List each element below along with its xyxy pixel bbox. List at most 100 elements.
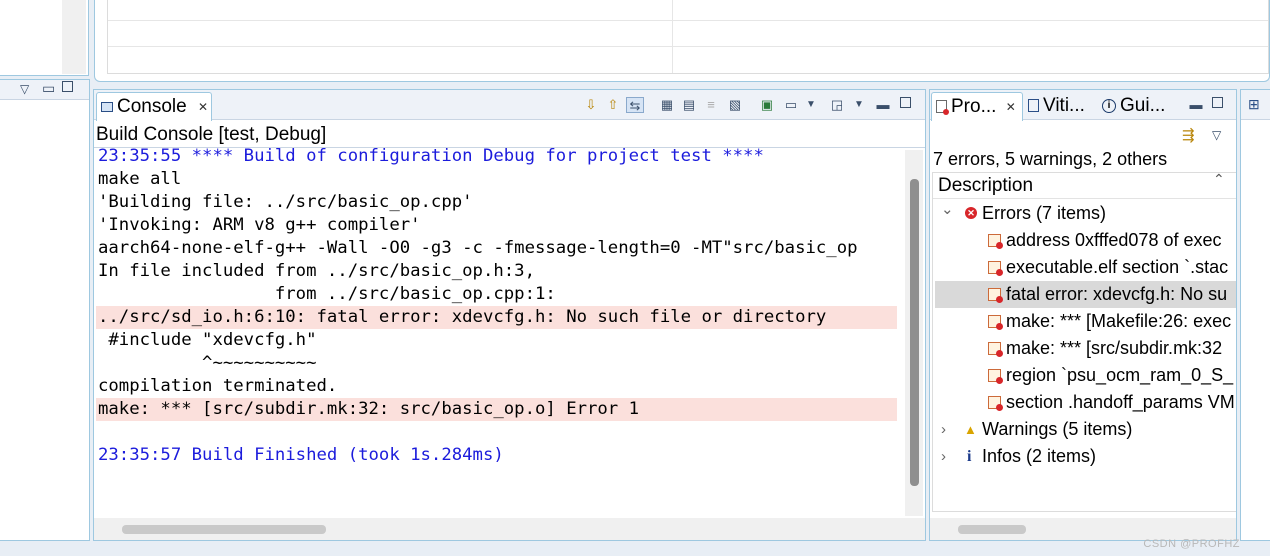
focus-icon[interactable]: ⇶ xyxy=(1182,126,1195,144)
console-line: compilation terminated. xyxy=(98,376,338,396)
view-menu-icon[interactable]: ▽ xyxy=(20,82,29,96)
minimize-icon[interactable]: ▬ xyxy=(874,97,892,113)
problem-row[interactable]: region `psu_ocm_ram_0_S_ xyxy=(935,362,1236,389)
error-marker-icon xyxy=(988,288,1003,303)
console-line: In file included from ../src/basic_op.h:… xyxy=(98,261,535,281)
watermark: CSDN @PROFHZ xyxy=(1143,538,1240,550)
console-line: ^~~~~~~~~~~ xyxy=(98,353,317,373)
problems-rows: ⌄ ✕ Errors (7 items) address 0xfffed078 of … xyxy=(933,200,1236,500)
word-wrap-icon[interactable]: ▤ xyxy=(680,97,698,113)
horizontal-scrollbar-thumb[interactable] xyxy=(958,525,1026,534)
scroll-lock-up-icon[interactable]: ⇧ xyxy=(604,97,622,113)
chevron-down-icon[interactable]: ▼ xyxy=(802,97,820,113)
console-tab-bar: Console ✕ ⇩ ⇧ ⇆ ▦ ▤ ≡ ▧ ▣ ▭ ▼ ◲ ▼ ▬ xyxy=(94,90,925,121)
pin-icon[interactable]: ▦ xyxy=(658,97,676,113)
error-marker-icon xyxy=(988,315,1003,330)
chevron-right-icon[interactable]: › xyxy=(941,416,946,443)
problem-row[interactable]: address 0xfffed078 of exec xyxy=(935,227,1236,254)
problem-row[interactable]: make: *** [Makefile:26: exec xyxy=(935,308,1236,335)
tab-problems-label: Pro... xyxy=(951,96,997,117)
group-label: Infos (2 items) xyxy=(982,446,1097,466)
problem-row[interactable]: section .handoff_params VM xyxy=(935,389,1236,416)
group-label: Warnings (5 items) xyxy=(982,419,1133,439)
column-header-label: Description xyxy=(938,175,1034,196)
maximize-icon[interactable] xyxy=(62,81,73,92)
error-marker-icon xyxy=(988,234,1003,249)
vitis-log-icon xyxy=(1028,99,1039,113)
problems-group-error[interactable]: ⌄ ✕ Errors (7 items) xyxy=(935,200,1236,227)
console-panel: Console ✕ ⇩ ⇧ ⇆ ▦ ▤ ≡ ▧ ▣ ▭ ▼ ◲ ▼ ▬ Buil… xyxy=(93,89,926,541)
maximize-icon[interactable] xyxy=(1212,97,1223,108)
remove-launch-icon[interactable]: ≡ xyxy=(702,97,720,113)
tab-guidance[interactable]: i Gui... xyxy=(1102,92,1165,120)
close-icon[interactable]: ✕ xyxy=(1006,100,1016,114)
problems-summary: 7 errors, 5 warnings, 2 others xyxy=(933,149,1168,169)
console-error-line: ../src/sd_io.h:6:10: fatal error: xdevcf… xyxy=(96,306,897,329)
outline-icon[interactable]: ⊞ xyxy=(1248,96,1260,113)
maximize-icon[interactable] xyxy=(900,97,911,108)
tab-vitis-log[interactable]: Viti... xyxy=(1028,92,1085,120)
console-icon xyxy=(101,101,113,112)
horizontal-scrollbar-thumb[interactable] xyxy=(122,525,326,534)
problem-description: section .handoff_params VM xyxy=(1006,392,1235,412)
error-marker-icon xyxy=(988,342,1003,357)
column-header-description[interactable]: Description ⌃ xyxy=(933,171,1236,199)
left-top-scrollbar[interactable] xyxy=(62,0,86,74)
problem-description: make: *** [src/subdir.mk:32 xyxy=(1006,338,1223,358)
console-line: from ../src/basic_op.cpp:1: xyxy=(98,284,556,304)
horizontal-scrollbar[interactable] xyxy=(94,518,925,540)
problems-icon xyxy=(936,100,949,116)
vertical-scrollbar-thumb[interactable] xyxy=(910,179,919,486)
minimize-icon[interactable]: ▬ xyxy=(1187,97,1205,113)
editor-table xyxy=(107,0,1269,74)
sort-up-icon: ⌃ xyxy=(1213,171,1225,187)
open-console-icon[interactable]: ▣ xyxy=(758,97,776,113)
error-marker-icon xyxy=(988,261,1003,276)
warning-icon: ▲ xyxy=(964,422,977,437)
clear-console-icon[interactable]: ▧ xyxy=(726,97,744,113)
group-label: Errors (7 items) xyxy=(982,203,1107,223)
guidance-icon: i xyxy=(1102,98,1116,113)
scroll-lock-down-icon[interactable]: ⇩ xyxy=(582,97,600,113)
problems-panel: Pro... ✕ Viti... i Gui... ▬ ⇶ ▽ 7 errors,… xyxy=(929,89,1237,541)
error-icon: ✕ xyxy=(965,207,977,219)
problem-row[interactable]: fatal error: xdevcfg.h: No su xyxy=(935,281,1236,308)
vertical-scrollbar[interactable] xyxy=(905,150,923,516)
table-row-line xyxy=(108,20,1268,21)
console-output[interactable]: 23:35:55 **** Build of configuration Deb… xyxy=(94,145,925,515)
horizontal-scrollbar[interactable] xyxy=(930,518,1236,540)
tab-problems[interactable]: Pro... ✕ xyxy=(931,92,1023,121)
problems-group-info[interactable]: › i Infos (2 items) xyxy=(935,443,1236,470)
chevron-right-icon[interactable]: › xyxy=(941,443,946,470)
console-line: 'Invoking: ARM v8 g++ compiler' xyxy=(98,215,421,235)
tab-vitis-log-label: Viti... xyxy=(1043,95,1085,116)
left-top-panel xyxy=(0,0,89,76)
view-menu-icon[interactable]: ▽ xyxy=(1212,128,1221,142)
info-icon: i xyxy=(967,448,972,465)
console-line: #include "xdevcfg.h" xyxy=(98,330,317,350)
problems-group-warning[interactable]: › ▲ Warnings (5 items) xyxy=(935,416,1236,443)
tab-guidance-label: Gui... xyxy=(1120,95,1166,116)
minimize-icon[interactable]: ▭ xyxy=(42,80,55,97)
console-error-line: make: *** [src/subdir.mk:32: src/basic_o… xyxy=(96,398,897,421)
problem-description: region `psu_ocm_ram_0_S_ xyxy=(1006,365,1234,385)
chevron-down-icon[interactable]: ⌄ xyxy=(941,200,954,223)
problem-description: address 0xfffed078 of exec xyxy=(1006,230,1222,250)
chevron-down-icon[interactable]: ▼ xyxy=(850,97,868,113)
problems-tab-bar: Pro... ✕ Viti... i Gui... ▬ xyxy=(930,90,1236,121)
close-icon[interactable]: ✕ xyxy=(198,100,208,114)
console-line: 'Building file: ../src/basic_op.cpp' xyxy=(98,192,473,212)
console-line: 23:35:55 **** Build of configuration Deb… xyxy=(98,146,764,166)
left-panel: ▽ ▭ xyxy=(0,79,90,541)
right-edge-tab-bar: ⊞ xyxy=(1241,90,1270,120)
tab-console[interactable]: Console ✕ xyxy=(96,92,212,121)
error-marker-icon xyxy=(988,369,1003,384)
new-console-icon[interactable]: ◲ xyxy=(828,97,846,113)
display-console-icon[interactable]: ▭ xyxy=(782,97,800,113)
problem-description: fatal error: xdevcfg.h: No su xyxy=(1006,284,1228,304)
left-panel-header: ▽ ▭ xyxy=(0,80,89,100)
link-icon[interactable]: ⇆ xyxy=(626,97,644,113)
problem-row[interactable]: executable.elf section `.stac xyxy=(935,254,1236,281)
problem-row[interactable]: make: *** [src/subdir.mk:32 xyxy=(935,335,1236,362)
